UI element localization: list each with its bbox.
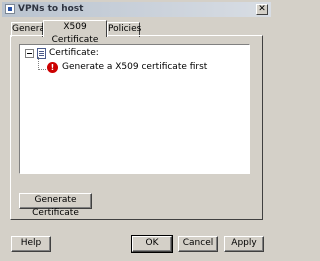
cancel-button[interactable]: Cancel <box>178 236 218 252</box>
tree-connector-horizontal <box>38 69 46 71</box>
ok-button[interactable]: OK <box>131 235 173 253</box>
window-title: VPNs to host <box>18 4 84 14</box>
tree-child-label[interactable]: Generate a X509 certificate first <box>62 62 207 72</box>
certificate-tree[interactable]: Certificate: ! Generate a X509 certifica… <box>19 44 250 174</box>
error-icon: ! <box>47 62 58 73</box>
apply-button[interactable]: Apply <box>224 236 264 252</box>
dialog-window: VPNs to host ✕ General X509 Certificate … <box>0 0 273 261</box>
collapse-toggle[interactable] <box>25 49 34 58</box>
app-icon <box>5 4 15 14</box>
close-button[interactable]: ✕ <box>256 4 268 15</box>
tree-root-label[interactable]: Certificate: <box>49 48 99 58</box>
tab-x509-certificate[interactable]: X509 Certificate <box>43 20 107 45</box>
help-button[interactable]: Help <box>11 236 51 252</box>
generate-certificate-button[interactable]: Generate Certificate <box>19 193 92 218</box>
title-bar[interactable]: VPNs to host ✕ <box>2 2 271 17</box>
